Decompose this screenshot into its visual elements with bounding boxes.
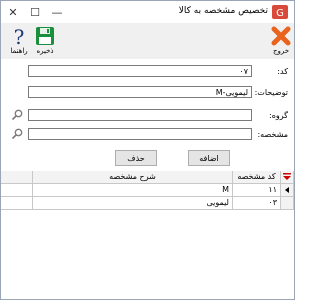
- save-label: ذخیره: [36, 47, 54, 55]
- save-button[interactable]: ذخیره: [33, 23, 57, 59]
- group-field[interactable]: [28, 109, 252, 121]
- window-title: تخصیص مشخصه به کالا: [178, 6, 268, 16]
- group-label: گروه:: [269, 111, 288, 120]
- title-bar: ✕ ☐ — تخصیص مشخصه به کالا G: [1, 1, 294, 23]
- attributes-grid: شرح مشخصه کد مشخصه M ۱۱ لیمویی ۰۳: [1, 171, 294, 299]
- question-mark-icon: ?: [14, 25, 25, 47]
- description-field[interactable]: لیمویی-M: [28, 86, 252, 98]
- grid-filter-cell[interactable]: [281, 171, 294, 184]
- code-field[interactable]: ۰۷: [28, 65, 252, 77]
- minimize-window-button[interactable]: —: [47, 4, 67, 20]
- help-label: راهنما: [10, 47, 28, 55]
- svg-text:?: ?: [14, 25, 25, 47]
- grid-header-filler: [1, 171, 33, 184]
- close-window-button[interactable]: ✕: [3, 4, 23, 20]
- floppy-disk-icon: [36, 27, 54, 45]
- group-lookup-icon[interactable]: [11, 109, 24, 121]
- column-header-code[interactable]: کد مشخصه: [233, 171, 281, 184]
- row-filler: [1, 197, 33, 210]
- close-x-icon: [271, 26, 291, 46]
- attribute-label: مشخصه:: [257, 130, 288, 139]
- add-button[interactable]: اضافه: [188, 150, 230, 166]
- dialog-window: ✕ ☐ — تخصیص مشخصه به کالا G ? راهنما ذخی…: [0, 0, 295, 300]
- row-description-cell[interactable]: M: [33, 184, 233, 197]
- filter-icon: [283, 173, 291, 180]
- row-code-cell[interactable]: ۰۳: [233, 197, 281, 210]
- maximize-window-button[interactable]: ☐: [25, 4, 45, 20]
- code-label: کد:: [277, 67, 288, 76]
- row-code-cell[interactable]: ۱۱: [233, 184, 281, 197]
- row-selector[interactable]: [281, 197, 294, 210]
- svg-text:G: G: [276, 8, 284, 19]
- column-header-description[interactable]: شرح مشخصه: [33, 171, 233, 184]
- current-row-arrow-icon: [285, 187, 289, 193]
- row-description-cell[interactable]: لیمویی: [33, 197, 233, 210]
- attribute-field[interactable]: [28, 128, 252, 140]
- delete-button[interactable]: حذف: [115, 150, 157, 166]
- description-label: توضیحات:: [254, 88, 288, 97]
- row-selector[interactable]: [281, 184, 294, 197]
- toolbar: ? راهنما ذخیره خروج: [1, 23, 294, 59]
- app-icon: G: [272, 5, 288, 19]
- form-panel: کد: ۰۷ توضیحات: لیمویی-M گروه: مشخصه: حذ…: [1, 59, 294, 171]
- row-filler: [1, 184, 33, 197]
- exit-button[interactable]: خروج: [269, 23, 293, 59]
- exit-label: خروج: [272, 47, 290, 55]
- attribute-lookup-icon[interactable]: [11, 128, 24, 140]
- help-button[interactable]: ? راهنما: [7, 23, 31, 59]
